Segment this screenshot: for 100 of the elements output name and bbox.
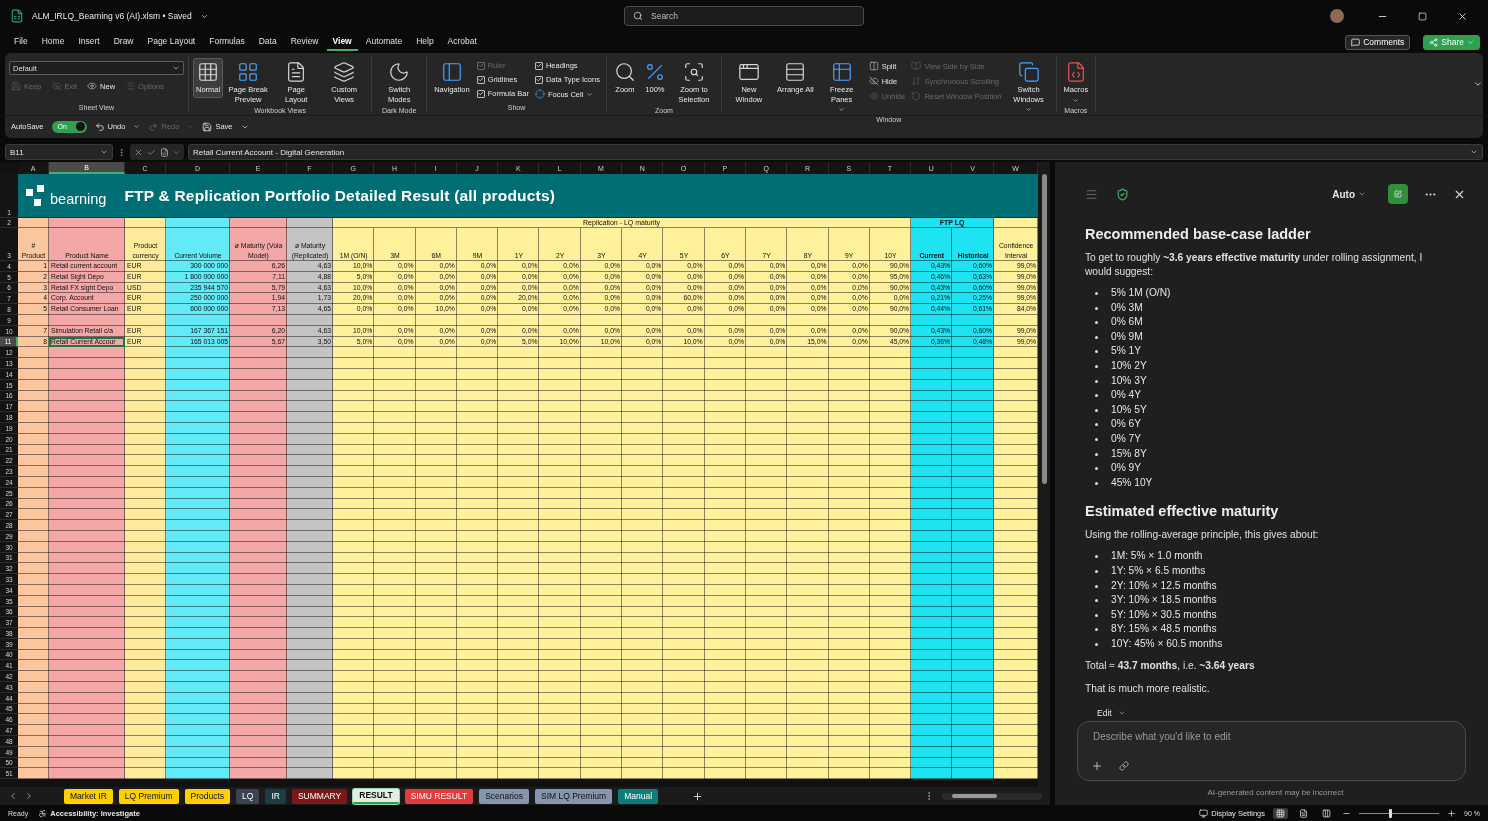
- list-item: 5% 1Y: [1091, 344, 1141, 359]
- list-item: 2Y: 10% × 12.5 months: [1091, 578, 1217, 594]
- shield-icon: [1116, 187, 1129, 201]
- list-item: 0% 3M: [1091, 300, 1143, 316]
- rows-icon: [784, 61, 807, 83]
- close-icon: [1456, 10, 1468, 22]
- caret-icon: [1025, 106, 1033, 113]
- search-box[interactable]: Search: [624, 6, 864, 26]
- search-icon: [633, 11, 643, 21]
- crosshair-icon: [534, 89, 545, 99]
- excel-icon: [10, 9, 24, 23]
- menu-tab[interactable]: Data: [252, 33, 283, 51]
- table-icon: [830, 61, 853, 83]
- page-icon: [1299, 808, 1309, 818]
- search-field[interactable]: Search: [649, 10, 829, 22]
- menu-tab[interactable]: Insert: [72, 33, 106, 51]
- slider-thumb[interactable]: [1389, 808, 1393, 818]
- comment-icon: [1351, 37, 1361, 47]
- menu-tab[interactable]: Acrobat: [441, 33, 483, 51]
- sheet-tab[interactable]: SIM LQ Premium: [534, 788, 613, 804]
- menu-icon: [1085, 187, 1098, 201]
- previous-icon: [8, 791, 18, 801]
- collapse-icon: [1473, 79, 1483, 89]
- menu-tab[interactable]: Page Layout: [141, 33, 202, 51]
- chevron-icon: [100, 148, 108, 156]
- list-item: 3Y: 10% × 18.5 months: [1091, 593, 1217, 608]
- copy-icon: [1017, 61, 1040, 83]
- name-box[interactable]: B11: [5, 144, 113, 160]
- avatar[interactable]: [1330, 9, 1344, 23]
- chevron-icon: [173, 148, 180, 156]
- sheet-tab[interactable]: SIMU RESULT: [404, 788, 474, 804]
- file-name: ALM_IRLQ_Bearning v6 (AI).xlsm • Saved: [32, 11, 192, 21]
- menu-tab[interactable]: File: [8, 33, 34, 51]
- logo-text: bearning: [50, 190, 107, 207]
- chevron-icon: [1470, 148, 1478, 156]
- sheet-tab[interactable]: RESULT: [353, 788, 399, 804]
- formula-buttons[interactable]: [130, 144, 184, 160]
- zoom-slider[interactable]: [1359, 808, 1440, 818]
- menu-tab[interactable]: Automate: [359, 33, 409, 51]
- list-item: 0% 7Y: [1091, 431, 1141, 447]
- new-chat-button[interactable]: [1388, 184, 1408, 204]
- sheet-tab[interactable]: Manual: [618, 788, 659, 804]
- eye-off-icon: [868, 76, 879, 86]
- menu-tab[interactable]: Home: [35, 33, 71, 51]
- prompt-field[interactable]: Describe what you'd like to edit: [1091, 730, 1351, 744]
- paragraph: Total ≈ 43.7 months, i.e. ~3.64 years: [1085, 659, 1256, 674]
- panel-icon: [440, 61, 463, 83]
- undo-icon: [94, 121, 105, 132]
- sheet-tab[interactable]: Scenarios: [479, 788, 529, 804]
- grid-icon: [197, 61, 220, 83]
- formula-field[interactable]: Retail Current Account - Digital Generation: [188, 144, 1483, 160]
- columns-icon: [868, 61, 879, 71]
- paragraph: That is much more realistic.: [1085, 682, 1211, 697]
- check-icon: [147, 147, 156, 157]
- grid-icon: [1276, 808, 1286, 818]
- arrows-icon: [911, 76, 922, 86]
- sheet-tab[interactable]: Market IR: [64, 788, 113, 804]
- menu-tab[interactable]: Review: [284, 33, 325, 51]
- list-item: 10% 3Y: [1091, 373, 1147, 389]
- mode-dropdown[interactable]: Auto: [1326, 187, 1372, 201]
- menu-tab[interactable]: Help: [410, 33, 440, 51]
- edit-dropdown[interactable]: Edit: [1091, 707, 1466, 720]
- horizontal-scrollbar[interactable]: [942, 792, 1042, 800]
- menu-tab[interactable]: Formulas: [203, 33, 251, 51]
- plus-icon: [1091, 760, 1103, 773]
- vertical-scrollbar[interactable]: [1038, 162, 1050, 787]
- sheet-tab[interactable]: LQ Premium: [118, 788, 179, 804]
- function-icon: [160, 147, 169, 157]
- redo-icon: [148, 121, 159, 132]
- book-icon: [911, 61, 922, 71]
- scan-icon: [682, 61, 705, 83]
- view-button[interactable]: [1273, 807, 1289, 819]
- save-icon: [202, 121, 213, 132]
- list-item: 1Y: 5% × 6.5 months: [1091, 563, 1206, 579]
- caret-icon: [1072, 96, 1080, 104]
- sheet-tab[interactable]: LQ: [236, 788, 260, 804]
- list-item: 1M: 5% × 1.0 month: [1091, 549, 1203, 564]
- monitor-icon: [1199, 808, 1209, 818]
- menu-tab[interactable]: Draw: [107, 33, 140, 51]
- paragraph: Using the rolling-average principle, this gives about:: [1085, 528, 1320, 543]
- cancel-icon: [134, 147, 143, 157]
- sheet-tab[interactable]: Products: [184, 788, 231, 804]
- list-item: 45% 10Y: [1091, 475, 1153, 491]
- list-item: 0% 6Y: [1091, 417, 1141, 432]
- sheet-tab[interactable]: SUMMARY: [291, 788, 348, 804]
- zoom-in-icon: [1447, 808, 1457, 818]
- comments-button[interactable]: Comments: [1345, 34, 1411, 50]
- prompt-box[interactable]: Describe what you'd like to edit: [1077, 721, 1466, 782]
- layout-grid-icon: [237, 61, 260, 83]
- list-item: 0% 9Y: [1091, 461, 1141, 476]
- caret-icon: [838, 106, 846, 113]
- list-item: 0% 9M: [1091, 329, 1143, 345]
- heading: Estimated effective maturity: [1085, 503, 1280, 520]
- maximize-icon: [1417, 11, 1427, 21]
- sheet-tab[interactable]: IR: [265, 788, 286, 804]
- list-item: 10% 5Y: [1091, 402, 1147, 418]
- spreadsheet-grid[interactable]: [0, 162, 1038, 787]
- eye-off-icon: [51, 81, 62, 91]
- menu-tab[interactable]: View: [326, 33, 358, 51]
- rotate-icon: [911, 91, 922, 101]
